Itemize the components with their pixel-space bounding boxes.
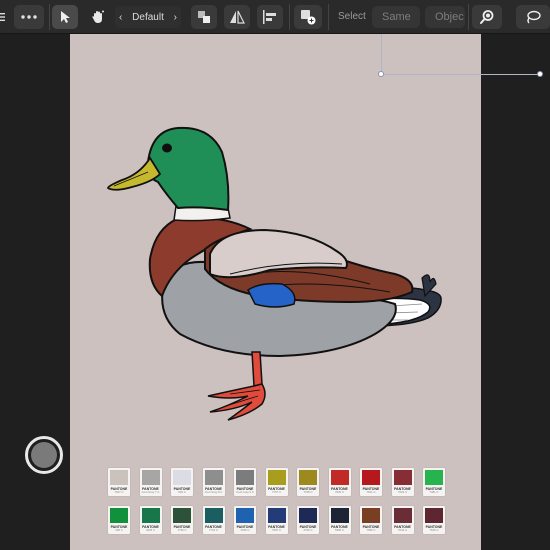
swatch-code-label: Cool Gray 8 C: [204, 490, 223, 494]
flip-horizontal-icon[interactable]: [224, 5, 250, 29]
swatch-color-chip: [330, 508, 349, 523]
record-button-inner: [31, 442, 57, 468]
swatch-code-label: 3425 C: [145, 528, 156, 532]
pantone-swatch-card[interactable]: PANTONE 7687 C: [265, 506, 288, 534]
pantone-swatch-card[interactable]: PANTONE 649 C: [171, 468, 193, 496]
swatch-code-label: 7620 C: [334, 490, 345, 494]
selection-handle[interactable]: [537, 71, 543, 77]
swatch-color-chip: [141, 508, 160, 523]
lasso-tool-icon[interactable]: [516, 5, 550, 29]
hand-gesture-tool-icon[interactable]: [84, 5, 112, 29]
selection-box-left-edge: [381, 34, 382, 75]
pantone-swatch-card[interactable]: PANTONE 2766 C: [297, 506, 319, 534]
pantone-swatch-card[interactable]: PANTONE 7527 C: [108, 468, 130, 496]
swatch-code-label: 7527 C: [114, 490, 124, 494]
more-options-icon[interactable]: [14, 5, 44, 29]
pantone-swatch-card[interactable]: PANTONE 7768 C: [297, 468, 319, 496]
swatch-color-chip: [362, 508, 380, 523]
select-object-button[interactable]: Objec: [425, 6, 465, 28]
swatch-color-chip: [425, 508, 443, 523]
selection-box-bottom-edge: [381, 74, 541, 75]
swatch-code-label: 5395 C: [334, 528, 345, 532]
pantone-swatch-card[interactable]: PANTONE 7621 C: [360, 468, 382, 496]
swatch-code-label: 649 C: [178, 490, 186, 494]
swatch-color-chip: [204, 508, 223, 523]
arrange-order-icon[interactable]: [191, 5, 217, 29]
swatch-code-label: Cool Gray 9 C: [236, 490, 254, 494]
pantone-swatch-card[interactable]: PANTONE 7645 C: [423, 506, 445, 534]
swatch-color-chip: [110, 508, 128, 523]
swatch-code-label: 7687 C: [271, 528, 282, 532]
swatch-code-label: 7736 C: [177, 528, 187, 532]
align-left-icon[interactable]: [257, 5, 283, 29]
pantone-swatch-card[interactable]: PANTONE 7620 C: [328, 468, 351, 496]
pantone-swatch-card[interactable]: PANTONE 2935 C: [234, 506, 256, 534]
select-object-label: Objec: [435, 11, 464, 23]
hamburger-menu-icon[interactable]: [0, 5, 10, 29]
swatch-code-label: 2935 C: [240, 528, 250, 532]
swatch-code-label: Cool Gray 7 C: [141, 490, 160, 494]
pantone-swatch-card[interactable]: PANTONE Cool Gray 8 C: [202, 468, 225, 496]
swatch-color-chip: [267, 470, 286, 485]
swatch-color-chip: [141, 470, 160, 485]
toolbar-divider: [49, 4, 50, 30]
move-tool-pointer-icon[interactable]: [52, 5, 78, 29]
record-button[interactable]: [25, 436, 63, 474]
chevron-left-icon[interactable]: ‹: [119, 12, 122, 23]
toolbar-divider: [468, 4, 469, 30]
preset-selector[interactable]: ‹ Default ›: [115, 6, 181, 28]
swatch-color-chip: [173, 508, 191, 523]
swatch-color-chip: [330, 470, 349, 485]
pantone-swatch-card[interactable]: PANTONE Cool Gray 9 C: [234, 468, 256, 496]
pantone-swatch-card[interactable]: PANTONE 7736 C: [171, 506, 193, 534]
swatch-color-chip: [393, 470, 412, 485]
pantone-swatch-card[interactable]: PANTONE 348 C: [108, 506, 130, 534]
chevron-right-icon[interactable]: ›: [174, 12, 177, 23]
app-window: ‹ Default › Select Same Objec PANTONE 75…: [0, 0, 550, 550]
swatch-color-chip: [236, 470, 254, 485]
swatch-color-chip: [110, 470, 128, 485]
swatch-code-label: 7767 C: [271, 490, 282, 494]
zoom-search-icon[interactable]: [472, 5, 502, 29]
pantone-swatch-card[interactable]: PANTONE 7644 C: [391, 506, 414, 534]
swatch-color-chip: [267, 508, 286, 523]
selection-handle[interactable]: [378, 71, 384, 77]
pantone-swatch-card[interactable]: PANTONE 7586 C: [360, 506, 382, 534]
pantone-swatch-card[interactable]: PANTONE 7767 C: [265, 468, 288, 496]
pantone-swatch-card[interactable]: PANTONE 7715 C: [202, 506, 225, 534]
select-same-button[interactable]: Same: [372, 6, 420, 28]
swatch-code-label: 7621 C: [366, 490, 376, 494]
swatch-color-chip: [425, 470, 443, 485]
select-same-label: Same: [382, 11, 411, 23]
pantone-swatch-card[interactable]: PANTONE 5395 C: [328, 506, 351, 534]
pantone-swatch-card[interactable]: PANTONE 7624 C: [391, 468, 414, 496]
swatch-code-label: 7624 C: [397, 490, 408, 494]
swatch-code-label: 7586 C: [366, 528, 376, 532]
swatch-code-label: 7645 C: [429, 528, 439, 532]
boolean-add-icon[interactable]: [294, 5, 322, 29]
swatch-color-chip: [299, 470, 317, 485]
swatch-code-label: 7644 C: [397, 528, 408, 532]
top-toolbar: ‹ Default › Select Same Objec: [0, 0, 550, 34]
toolbar-divider: [289, 4, 290, 30]
swatch-code-label: 7715 C: [208, 528, 219, 532]
pantone-swatch-card[interactable]: PANTONE Cool Gray 7 C: [139, 468, 162, 496]
pantone-swatch-card[interactable]: PANTONE 3425 C: [139, 506, 162, 534]
preset-label: Default: [132, 11, 164, 23]
swatch-color-chip: [362, 470, 380, 485]
swatch-color-chip: [173, 470, 191, 485]
toolbar-divider: [328, 4, 329, 30]
swatch-color-chip: [393, 508, 412, 523]
swatch-color-chip: [204, 470, 223, 485]
swatch-code-label: 2766 C: [303, 528, 313, 532]
swatch-code-label: 7481 C: [429, 490, 439, 494]
pantone-swatch-card[interactable]: PANTONE 7481 C: [423, 468, 445, 496]
swatch-color-chip: [236, 508, 254, 523]
swatch-color-chip: [299, 508, 317, 523]
select-label: Select: [338, 11, 366, 22]
swatch-code-label: 7768 C: [303, 490, 313, 494]
swatch-code-label: 348 C: [115, 528, 123, 532]
